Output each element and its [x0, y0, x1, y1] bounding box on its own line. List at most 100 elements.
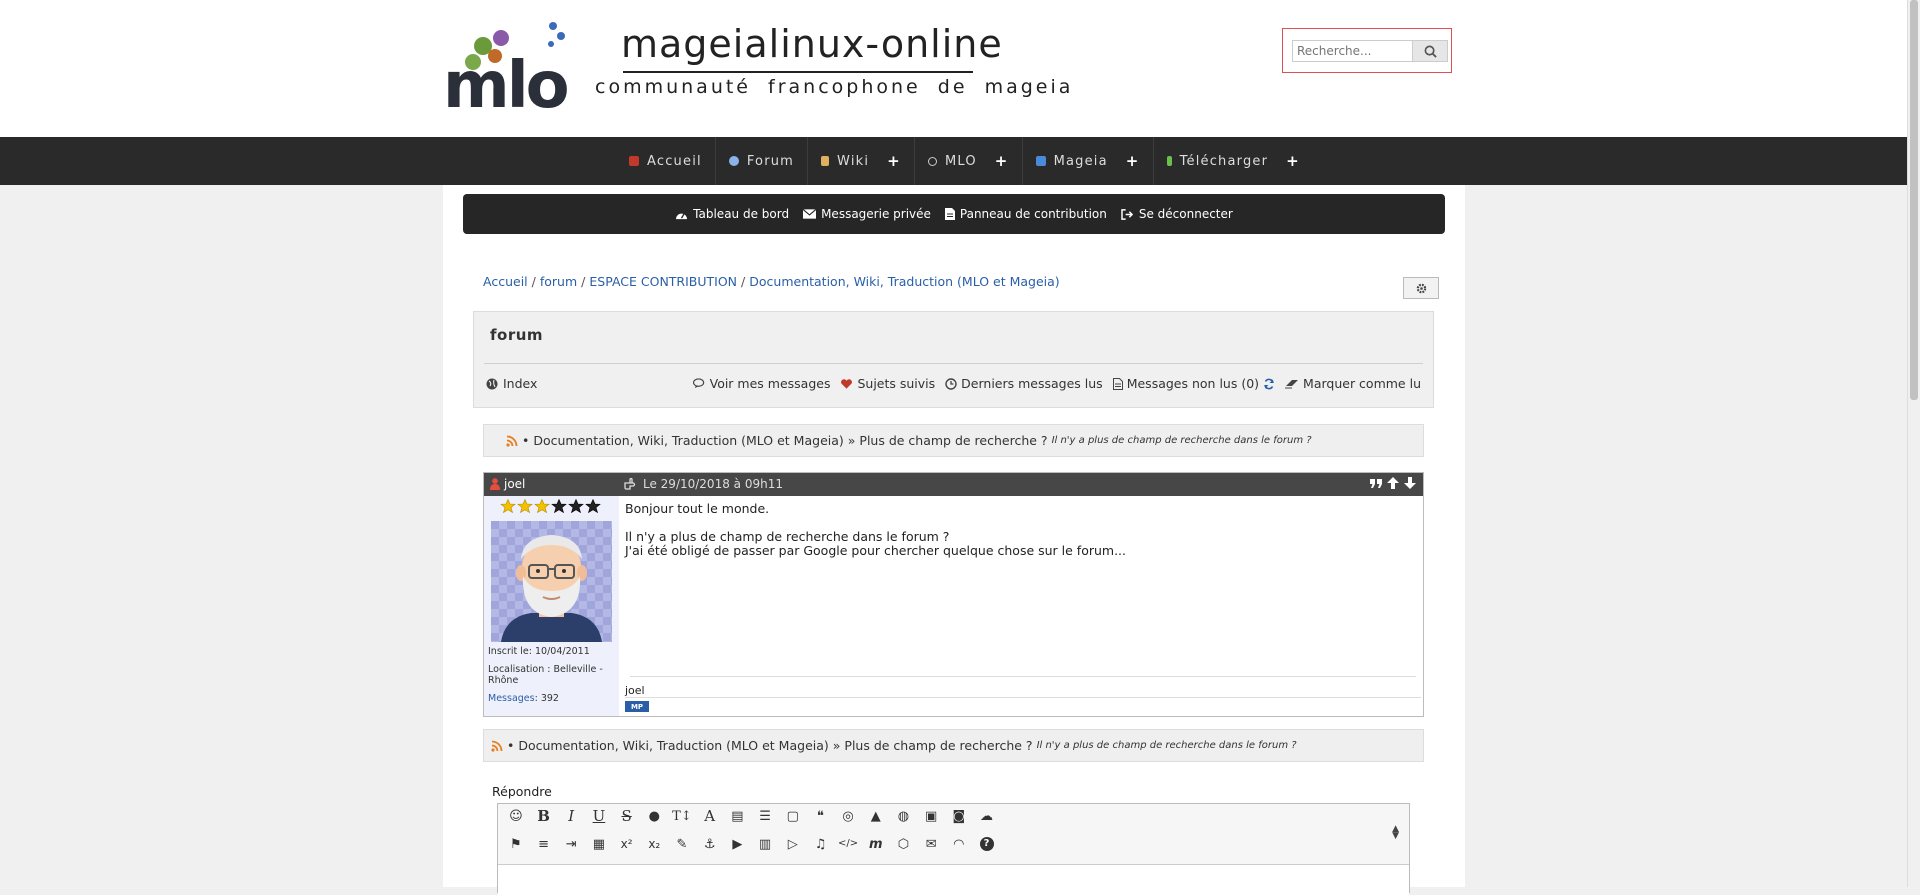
nav-item-forum[interactable]: Forum	[716, 137, 809, 185]
brush-button[interactable]: ✎	[668, 832, 696, 856]
italic-button[interactable]: I	[557, 804, 585, 828]
indent-button[interactable]: ⇥	[557, 832, 585, 856]
private-messages-link[interactable]: Messagerie privée	[803, 207, 931, 221]
nav-item-wiki[interactable]: Wiki +	[808, 137, 915, 185]
user-bar-label: Panneau de contribution	[959, 207, 1107, 221]
breadcrumb-item-forum[interactable]: forum	[540, 274, 577, 289]
nav-item-accueil[interactable]: Accueil	[616, 137, 716, 185]
topic-title[interactable]: Plus de champ de recherche ?	[859, 433, 1047, 448]
logo-mark: mlo	[443, 49, 570, 123]
font-icon: A	[704, 806, 716, 825]
topic-category[interactable]: Documentation, Wiki, Traduction (MLO et …	[518, 738, 828, 753]
scrollbar[interactable]	[1907, 0, 1920, 887]
superscript-button[interactable]: x²	[613, 832, 641, 856]
last-read-link[interactable]: Derniers messages lus	[945, 376, 1103, 391]
avatar[interactable]	[491, 521, 612, 642]
nav-item-mlo[interactable]: MLO +	[915, 137, 1023, 185]
followed-topics-link[interactable]: Sujets suivis	[840, 376, 935, 391]
nav-label: Télécharger	[1179, 153, 1269, 169]
nav-item-telecharger[interactable]: Télécharger +	[1154, 137, 1313, 185]
mail-m-button[interactable]: m	[862, 832, 890, 856]
warning-button[interactable]: ▲	[862, 804, 890, 828]
align-left-button[interactable]: ≡	[530, 832, 558, 856]
submenu-plus-icon[interactable]: +	[1286, 152, 1300, 170]
search-input[interactable]	[1292, 40, 1412, 62]
underline-button[interactable]: U	[585, 804, 613, 828]
envelope-button[interactable]: ✉	[917, 832, 945, 856]
file-icon	[944, 208, 955, 220]
post-header: joel Le 29/10/2018 à 09h11	[484, 473, 1423, 496]
topic-arrow: »	[847, 433, 856, 448]
reply-textarea[interactable]	[498, 864, 1409, 895]
align-block-button[interactable]: ▤	[724, 804, 752, 828]
text-size-button[interactable]: T↕	[668, 804, 696, 828]
help-button[interactable]: ?	[973, 832, 1001, 856]
indent-icon: ⇥	[565, 836, 577, 852]
rss-button[interactable]: ◠	[945, 832, 973, 856]
cloud-upload-button[interactable]: ☁	[973, 804, 1001, 828]
dashboard-link[interactable]: Tableau de bord	[675, 207, 789, 221]
font-button[interactable]: A	[696, 804, 724, 828]
html5-button[interactable]: ⬡	[890, 832, 918, 856]
film-button[interactable]: ▥	[751, 832, 779, 856]
submenu-plus-icon[interactable]: +	[1126, 152, 1140, 170]
bold-button[interactable]: B	[530, 804, 558, 828]
arrow-down-icon[interactable]	[1403, 476, 1417, 490]
my-messages-link[interactable]: Voir mes messages	[692, 376, 830, 391]
color-drop-button[interactable]: ●	[640, 804, 668, 828]
site-logo[interactable]: mlo mageialinux-online communauté franco…	[443, 16, 1070, 118]
contribution-panel-link[interactable]: Panneau de contribution	[944, 207, 1107, 221]
submenu-plus-icon[interactable]: +	[887, 152, 901, 170]
breadcrumb-item-accueil[interactable]: Accueil	[483, 274, 528, 289]
nav-item-mageia[interactable]: Mageia +	[1023, 137, 1154, 185]
link-button[interactable]: ◍	[890, 804, 918, 828]
settings-button[interactable]	[1403, 277, 1439, 299]
logo-subtitle: communauté francophone de mageia	[595, 76, 1074, 98]
topic-arrow: »	[832, 738, 841, 753]
box-button[interactable]: ▢	[779, 804, 807, 828]
refresh-icon[interactable]	[1263, 378, 1275, 390]
image-icon: ▣	[925, 808, 938, 824]
breadcrumb-item-documentation[interactable]: Documentation, Wiki, Traduction (MLO et …	[749, 274, 1059, 289]
play-button[interactable]: ▶	[724, 832, 752, 856]
rss-icon[interactable]	[506, 435, 518, 447]
list-button[interactable]: ☰	[751, 804, 779, 828]
smiley-button[interactable]: ☺	[502, 804, 530, 828]
logout-link[interactable]: Se déconnecter	[1121, 207, 1233, 221]
blockquote-button[interactable]: ❝	[807, 804, 835, 828]
toolbar-toggle-icon[interactable]: ▲ ▼	[1392, 825, 1399, 841]
anchor-button[interactable]: ⚓	[696, 832, 724, 856]
music-button[interactable]: ♫	[807, 832, 835, 856]
hide-button[interactable]: ◎	[834, 804, 862, 828]
post-author[interactable]: joel	[490, 477, 525, 491]
search-button[interactable]	[1412, 40, 1448, 62]
flag-button[interactable]: ⚑	[502, 832, 530, 856]
breadcrumb-item-espace-contribution[interactable]: ESPACE CONTRIBUTION	[589, 274, 737, 289]
mp-button[interactable]: MP	[625, 701, 649, 712]
table-button[interactable]: ▦	[585, 832, 613, 856]
camera-button[interactable]: ◙	[945, 804, 973, 828]
youtube-button[interactable]: ▷	[779, 832, 807, 856]
image-button[interactable]: ▣	[917, 804, 945, 828]
messages-link[interactable]: Messages	[488, 693, 535, 704]
heart-icon	[841, 378, 853, 389]
user-bar-label: Se déconnecter	[1138, 207, 1233, 221]
forum-index-link[interactable]: Index	[486, 376, 537, 391]
code-button[interactable]: </>	[834, 832, 862, 856]
quote-icon[interactable]	[1369, 476, 1383, 490]
flag-icon: ⚑	[510, 836, 522, 852]
strikethrough-button[interactable]: S	[613, 804, 641, 828]
scrollbar-thumb[interactable]	[1910, 0, 1918, 400]
search-box	[1282, 28, 1452, 73]
unread-messages-link[interactable]: Messages non lus (0)	[1112, 376, 1275, 391]
user-bar-label: Tableau de bord	[693, 207, 790, 221]
mark-as-read-link[interactable]: Marquer comme lu	[1285, 376, 1421, 391]
submenu-plus-icon[interactable]: +	[995, 152, 1009, 170]
topic-category[interactable]: Documentation, Wiki, Traduction (MLO et …	[533, 433, 843, 448]
rss-icon[interactable]	[491, 740, 503, 752]
topic-title[interactable]: Plus de champ de recherche ?	[844, 738, 1032, 753]
subscript-button[interactable]: x₂	[640, 832, 668, 856]
arrow-up-icon[interactable]	[1386, 476, 1400, 490]
mail-m-icon: m	[869, 836, 883, 852]
divider	[484, 363, 1423, 364]
